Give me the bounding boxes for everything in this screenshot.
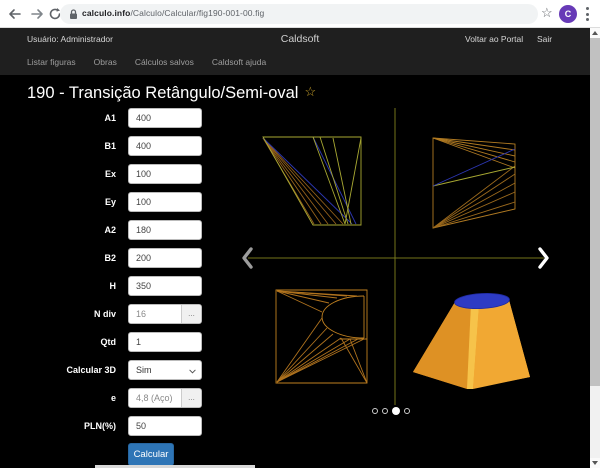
logout-link[interactable]: Sair — [537, 34, 552, 44]
url-path: /Calculo/Calcular/fig190-001-00.fig — [130, 8, 264, 18]
select-calcular3d-value: Sim — [136, 365, 152, 375]
forward-icon[interactable] — [30, 7, 44, 21]
field-label-b1: B1 — [36, 136, 116, 156]
input-group-ndiv: ... — [128, 304, 202, 324]
portal-link[interactable]: Voltar ao Portal — [465, 34, 523, 44]
page-title: 190 - Transição Retângulo/Semi-oval ☆ — [27, 84, 316, 103]
triangle-up-icon — [592, 31, 598, 35]
field-label-b2: B2 — [36, 248, 116, 268]
app-header: Usuário: Administrador Caldsoft Voltar a… — [0, 28, 600, 75]
input-ex[interactable] — [128, 164, 202, 184]
input-b1[interactable] — [128, 136, 202, 156]
browser-toolbar: calculo.info/Calculo/Calcular/fig190-001… — [0, 0, 600, 28]
page-scrollbar — [590, 28, 600, 468]
input-ey[interactable] — [128, 192, 202, 212]
scrollbar-up-button[interactable] — [590, 28, 600, 38]
field-label-pln: PLN(%) — [36, 416, 116, 436]
wireframe-front-elevation — [263, 137, 361, 225]
nav-calculos-salvos[interactable]: Cálculos salvos — [135, 57, 194, 67]
main-nav: Listar figuras Obras Cálculos salvos Cal… — [27, 57, 266, 67]
bookmark-star-icon[interactable]: ☆ — [541, 5, 553, 21]
url-text: calculo.info/Calculo/Calcular/fig190-001… — [82, 8, 264, 18]
carousel-prev-button[interactable] — [240, 246, 256, 270]
field-label-calcular3d: Calcular 3D — [36, 360, 116, 380]
carousel-dot-1[interactable] — [372, 408, 378, 414]
calcular-button[interactable]: Calcular — [128, 443, 174, 466]
field-label-a1: A1 — [36, 108, 116, 128]
ndiv-more-button[interactable]: ... — [181, 305, 201, 323]
input-a2[interactable] — [128, 220, 202, 240]
carousel-dot-3-active[interactable] — [392, 407, 400, 415]
input-e[interactable] — [129, 389, 181, 407]
carousel-dot-2[interactable] — [382, 408, 388, 414]
browser-menu-icon[interactable] — [585, 7, 589, 21]
wireframe-plan-view — [276, 290, 367, 383]
favorite-star-icon[interactable]: ☆ — [304, 84, 316, 99]
wireframe-side-elevation — [433, 138, 515, 228]
field-label-e: e — [36, 388, 116, 408]
triangle-down-icon — [592, 461, 598, 465]
lock-icon — [69, 9, 78, 20]
scrollbar-down-button[interactable] — [590, 458, 600, 468]
input-b2[interactable] — [128, 248, 202, 268]
field-label-a2: A2 — [36, 220, 116, 240]
field-label-ex: Ex — [36, 164, 116, 184]
input-qtd[interactable] — [128, 332, 202, 352]
scrollbar-thumb[interactable] — [590, 38, 600, 386]
nav-listar-figuras[interactable]: Listar figuras — [27, 57, 76, 67]
chevron-left-icon — [240, 246, 256, 270]
input-h[interactable] — [128, 276, 202, 296]
chevron-right-icon — [535, 246, 551, 270]
input-pln[interactable] — [128, 416, 202, 436]
figure-title-text: 190 - Transição Retângulo/Semi-oval — [27, 84, 298, 102]
input-group-e: ... — [128, 388, 202, 408]
nav-obras[interactable]: Obras — [94, 57, 117, 67]
carousel-next-button[interactable] — [535, 246, 551, 270]
back-icon[interactable] — [8, 7, 22, 21]
input-ndiv[interactable] — [129, 305, 181, 323]
input-a1[interactable] — [128, 108, 202, 128]
e-more-button[interactable]: ... — [181, 389, 201, 407]
field-label-qtd: Qtd — [36, 332, 116, 352]
field-label-ndiv: N div — [36, 304, 116, 324]
url-host: calculo.info — [82, 8, 130, 18]
field-label-h: H — [36, 276, 116, 296]
chevron-down-icon — [189, 368, 196, 375]
render-3d-frustum — [413, 292, 530, 389]
select-calcular3d[interactable]: Sim — [128, 360, 202, 380]
profile-avatar[interactable]: C — [559, 5, 577, 23]
field-label-ey: Ey — [36, 192, 116, 212]
carousel-dots — [372, 407, 410, 415]
carousel-dot-4[interactable] — [404, 408, 410, 414]
nav-caldsoft-ajuda[interactable]: Caldsoft ajuda — [212, 57, 266, 67]
